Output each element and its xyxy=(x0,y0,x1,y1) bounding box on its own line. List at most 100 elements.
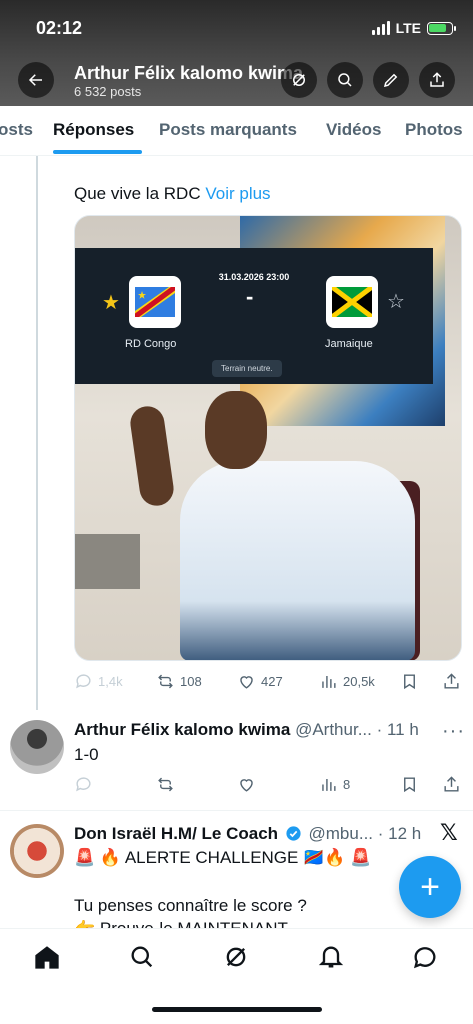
photo-person xyxy=(180,461,415,660)
views-icon xyxy=(322,675,336,688)
share-button[interactable] xyxy=(419,62,455,98)
post-actions: 1,4k 108 427 20,5k xyxy=(74,672,464,694)
grok-icon xyxy=(293,74,305,86)
search-icon xyxy=(131,946,153,968)
home-indicator xyxy=(152,1007,322,1012)
bookmark-icon xyxy=(404,674,415,690)
heart-icon xyxy=(240,779,253,792)
like-count: 427 xyxy=(261,674,283,689)
drc-flag-icon xyxy=(129,276,181,328)
status-bar: 02:12 LTE xyxy=(0,16,473,42)
post-divider xyxy=(0,810,473,811)
post-author-line: Don Israël H.M/ Le Coach @mbu... · 12 h xyxy=(74,824,434,844)
grok-icon xyxy=(226,947,246,967)
post-actions: 8 xyxy=(74,775,464,797)
share-icon xyxy=(444,776,459,792)
heart-icon xyxy=(240,676,253,689)
tab-videos[interactable]: Vidéos xyxy=(326,120,381,140)
post-body-line-3: 👉 Prouve-le MAINTENANT xyxy=(74,919,288,928)
status-time: 02:12 xyxy=(36,18,83,38)
repost-button[interactable]: 108 xyxy=(156,672,202,691)
author-name[interactable]: Don Israël H.M/ Le Coach xyxy=(74,824,278,843)
tab-photos[interactable]: Photos xyxy=(405,120,463,140)
repost-icon xyxy=(158,777,173,792)
search-button[interactable] xyxy=(327,62,363,98)
post-body-line-2: Tu penses connaître le score ? xyxy=(74,896,307,915)
like-button[interactable]: 427 xyxy=(237,672,283,691)
message-icon xyxy=(413,947,436,969)
post-body: Que vive la RDC xyxy=(74,184,201,203)
reply-count: 1,4k xyxy=(98,674,123,689)
reply-button[interactable]: 1,4k xyxy=(74,672,123,691)
profile-header: 02:12 LTE Arthur Félix kalomo kwima 6 53… xyxy=(0,0,473,106)
repost-count: 108 xyxy=(180,674,202,689)
star-outline-icon: ☆ xyxy=(387,291,405,313)
share-post-button[interactable] xyxy=(442,672,461,691)
active-tab-indicator xyxy=(53,150,142,154)
away-team-name: Jamaique xyxy=(325,338,373,350)
home-team-name: RD Congo xyxy=(125,338,177,350)
photo-person-head xyxy=(205,391,267,469)
avatar[interactable] xyxy=(10,824,64,878)
repost-button[interactable] xyxy=(156,775,175,794)
status-icons: LTE xyxy=(371,20,456,36)
x-logo-icon: 𝕏 xyxy=(440,820,458,845)
views-button[interactable]: 20,5k xyxy=(319,672,375,691)
arrow-left-icon xyxy=(28,74,42,86)
compose-button[interactable]: + xyxy=(399,856,461,918)
signal-icon xyxy=(371,21,390,35)
views-button[interactable]: 8 xyxy=(319,775,350,794)
see-more-link[interactable]: Voir plus xyxy=(205,184,270,203)
post-body-line-1: 🚨 🔥 ALERTE CHALLENGE 🇨🇩🔥 🚨 xyxy=(74,848,372,867)
edit-button[interactable] xyxy=(373,62,409,98)
more-options-icon[interactable]: ··· xyxy=(442,720,465,743)
tab-highlights[interactable]: Posts marquants xyxy=(159,120,297,140)
reply-button[interactable] xyxy=(74,775,93,794)
home-icon xyxy=(35,946,59,969)
score-separator: - xyxy=(246,284,254,309)
jamaica-flag-icon xyxy=(326,276,378,328)
post-text: Que vive la RDC Voir plus xyxy=(74,184,271,204)
nav-notifications[interactable] xyxy=(317,943,345,971)
reply-icon xyxy=(76,674,91,689)
plus-icon: + xyxy=(420,867,440,906)
share-post-button[interactable] xyxy=(442,775,461,794)
nav-messages[interactable] xyxy=(411,943,439,971)
nav-search[interactable] xyxy=(128,943,156,971)
venue-note: Terrain neutre. xyxy=(212,360,282,377)
bookmark-button[interactable] xyxy=(400,672,419,691)
match-scorecard: 31.03.2026 23:00 ★ - ☆ RD Congo Jamaique… xyxy=(75,248,433,384)
reply-icon xyxy=(76,777,91,792)
author-name[interactable]: Arthur Félix kalomo kwima xyxy=(74,720,290,739)
nav-home[interactable] xyxy=(33,943,61,971)
view-count: 8 xyxy=(343,777,351,792)
bell-icon xyxy=(318,946,344,968)
back-button[interactable] xyxy=(18,62,54,98)
star-filled-icon: ★ xyxy=(102,292,120,314)
tab-replies[interactable]: Réponses xyxy=(53,120,134,140)
like-button[interactable] xyxy=(237,775,256,794)
post-author-line: Arthur Félix kalomo kwima @Arthur... · 1… xyxy=(74,720,434,740)
post-time: · 11 h xyxy=(376,720,419,739)
profile-tabs: osts Réponses Posts marquants Vidéos Pho… xyxy=(0,106,473,156)
grok-button[interactable] xyxy=(281,62,317,98)
repost-icon xyxy=(158,674,173,689)
verified-badge-icon xyxy=(286,826,301,841)
avatar[interactable] xyxy=(10,720,64,774)
post-count: 6 532 posts xyxy=(74,84,142,99)
bookmark-icon xyxy=(404,777,415,793)
post-media[interactable]: 31.03.2026 23:00 ★ - ☆ RD Congo Jamaique… xyxy=(74,215,462,661)
post-time: · 12 h xyxy=(377,824,422,843)
share-icon xyxy=(444,673,459,689)
search-icon xyxy=(338,73,352,87)
battery-icon xyxy=(427,21,456,35)
bookmark-button[interactable] xyxy=(400,775,419,794)
tab-posts[interactable]: osts xyxy=(0,120,33,140)
network-label: LTE xyxy=(395,20,421,36)
share-icon xyxy=(430,72,444,87)
view-count: 20,5k xyxy=(343,674,375,689)
nav-grok[interactable] xyxy=(222,943,250,971)
pencil-icon xyxy=(383,73,398,88)
thread-connector xyxy=(36,156,38,710)
author-handle: @Arthur... xyxy=(295,720,372,739)
